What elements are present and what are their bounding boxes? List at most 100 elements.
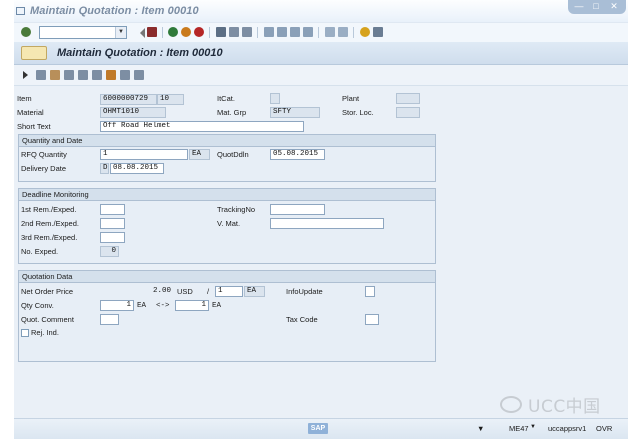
system-toolbar: ▼ <box>14 22 628 44</box>
status-bar: SAP ▼ ME47 ▼ uccappsrv1 OVR <box>14 418 628 439</box>
itcat-field <box>270 93 280 104</box>
cancel-icon[interactable] <box>194 27 204 37</box>
delivery-date-input[interactable]: 08.08.2015 <box>110 163 164 174</box>
rem3-input[interactable] <box>100 232 125 243</box>
watermark-text: UCC中国 <box>528 397 601 417</box>
overview-button[interactable] <box>21 46 47 60</box>
toolbar-separator <box>318 27 319 38</box>
conditions-icon[interactable] <box>78 70 88 80</box>
material-label: Material <box>17 108 44 117</box>
delivery-date-label: Delivery Date <box>21 164 67 173</box>
price-per-separator: / <box>207 287 210 296</box>
maximize-icon[interactable]: □ <box>589 1 603 12</box>
price-unit-input[interactable]: 1 <box>215 286 243 297</box>
qty-conv-left-input[interactable]: 1 <box>100 300 134 311</box>
layout-menu-icon[interactable] <box>373 27 383 37</box>
sap-logo: SAP <box>308 423 328 434</box>
item-detail-area: Item 6000000729 10 ItCat. Plant Material… <box>14 86 628 418</box>
exit-icon[interactable] <box>181 27 191 37</box>
qty-conv-label: Qty Conv. <box>21 301 54 310</box>
transaction-code: ME47 <box>509 424 529 433</box>
shortcut-icon[interactable] <box>338 27 348 37</box>
infoupdate-label: InfoUpdate <box>286 287 323 296</box>
back-icon[interactable] <box>168 27 178 37</box>
tax-code-label: Tax Code <box>286 315 318 324</box>
item-position-field: 10 <box>157 94 184 105</box>
edit-icon[interactable] <box>106 70 116 80</box>
rej-ind-checkbox[interactable] <box>21 329 29 337</box>
delivery-date-category: D <box>100 163 109 174</box>
command-field[interactable]: ▼ <box>39 26 127 39</box>
rfq-quantity-input[interactable]: 1 <box>100 149 188 160</box>
quantity-date-header: Quantity and Date <box>19 135 435 147</box>
vendor-icon[interactable] <box>50 70 60 80</box>
delivery-address-icon[interactable] <box>120 70 130 80</box>
rfq-unit-field: EA <box>189 149 210 160</box>
rem2-input[interactable] <box>100 218 125 229</box>
qty-conv-left-unit: EA <box>137 302 147 310</box>
close-icon[interactable]: ✕ <box>607 1 621 12</box>
title-bar: Maintain Quotation : Item 00010 — □ ✕ <box>14 0 628 22</box>
rem3-label: 3rd Rem./Exped. <box>21 233 78 242</box>
last-page-icon[interactable] <box>303 27 313 37</box>
find-next-icon[interactable] <box>242 27 252 37</box>
expand-icon[interactable] <box>23 71 28 79</box>
insert-mode[interactable]: OVR <box>596 424 612 433</box>
rem1-label: 1st Rem./Exped. <box>21 205 77 214</box>
window-controls: — □ ✕ <box>568 0 626 14</box>
delete-icon[interactable] <box>36 70 46 80</box>
quotddln-label: QuotDdln <box>217 150 249 159</box>
no-exped-label: No. Exped. <box>21 247 59 256</box>
next-page-icon[interactable] <box>290 27 300 37</box>
storloc-label: Stor. Loc. <box>342 108 374 117</box>
tracking-input[interactable] <box>270 204 325 215</box>
server-name: uccappsrv1 <box>548 424 587 433</box>
rem2-label: 2nd Rem./Exped. <box>21 219 79 228</box>
history-back-icon[interactable] <box>135 28 145 38</box>
sap-window: Maintain Quotation : Item 00010 — □ ✕ ▼ <box>14 0 628 439</box>
net-price-label: Net Order Price <box>21 287 74 296</box>
previous-page-icon[interactable] <box>277 27 287 37</box>
quot-comment-input[interactable] <box>100 314 119 325</box>
matgrp-field: SFTY <box>270 107 320 118</box>
quotation-data-header: Quotation Data <box>19 271 435 283</box>
system-status-toggle-icon[interactable]: ▼ <box>477 424 484 433</box>
item-label: Item <box>17 94 32 103</box>
qty-conv-right-input[interactable]: 1 <box>175 300 209 311</box>
itcat-label: ItCat. <box>217 94 235 103</box>
matgrp-label: Mat. Grp <box>217 108 247 117</box>
tax-code-input[interactable] <box>365 314 379 325</box>
print-icon[interactable] <box>216 27 226 37</box>
net-price-input[interactable]: 2.00 <box>100 286 174 297</box>
screen-header: Maintain Quotation : Item 00010 <box>14 42 628 65</box>
item-number-field: 6000000729 <box>100 94 157 105</box>
quot-comment-label: Quot. Comment <box>21 315 74 324</box>
rem1-input[interactable] <box>100 204 125 215</box>
command-dropdown-icon[interactable]: ▼ <box>115 27 126 38</box>
toolbar-separator <box>257 27 258 38</box>
material-icon[interactable] <box>64 70 74 80</box>
infoupdate-input[interactable] <box>365 286 375 297</box>
currency-label: USD <box>177 287 193 296</box>
minimize-icon[interactable]: — <box>572 1 586 12</box>
shorttext-input[interactable]: Off Road Helmet <box>100 121 304 132</box>
deadline-monitoring-header: Deadline Monitoring <box>19 189 435 201</box>
texts-icon[interactable] <box>92 70 102 80</box>
help-icon[interactable] <box>360 27 370 37</box>
header-details-icon[interactable] <box>134 70 144 80</box>
first-page-icon[interactable] <box>264 27 274 37</box>
shorttext-label: Short Text <box>17 122 51 131</box>
plant-label: Plant <box>342 94 360 103</box>
vmat-input[interactable] <box>270 218 384 229</box>
application-toolbar <box>14 65 628 86</box>
tracking-label: TrackingNo <box>217 205 256 214</box>
enter-icon[interactable] <box>21 27 31 37</box>
rej-ind-label: Rej. Ind. <box>31 328 59 337</box>
window-menu-icon[interactable] <box>16 7 25 15</box>
storloc-field <box>396 107 420 118</box>
save-icon[interactable] <box>147 27 157 37</box>
find-icon[interactable] <box>229 27 239 37</box>
quotddln-input[interactable]: 05.08.2015 <box>270 149 325 160</box>
create-session-icon[interactable] <box>325 27 335 37</box>
transaction-dropdown-icon[interactable]: ▼ <box>530 424 536 430</box>
